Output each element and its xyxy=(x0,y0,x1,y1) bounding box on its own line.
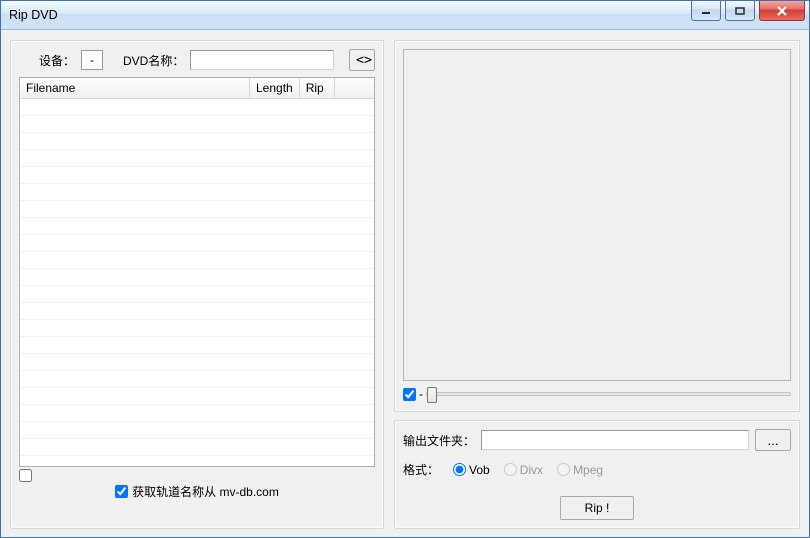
browse-button[interactable]: ... xyxy=(755,429,791,451)
list-row xyxy=(20,133,374,150)
minimize-button[interactable] xyxy=(691,1,721,21)
seek-row: - xyxy=(403,387,791,401)
list-row xyxy=(20,184,374,201)
list-row xyxy=(20,371,374,388)
output-folder-label: 输出文件夹： xyxy=(403,432,475,449)
preview-panel: - xyxy=(394,40,800,412)
track-source-row: 获取轨道名称从 mv-db.com xyxy=(19,483,375,500)
list-row xyxy=(20,269,374,286)
list-row xyxy=(20,405,374,422)
format-divx-radio xyxy=(504,463,517,476)
seek-position-value: - xyxy=(419,387,423,401)
client-area: 设备： - DVD名称： <> Filename Length Rip xyxy=(1,30,809,537)
rip-button[interactable]: Rip ! xyxy=(560,496,634,520)
list-row xyxy=(20,388,374,405)
list-row xyxy=(20,235,374,252)
source-panel: 设备： - DVD名称： <> Filename Length Rip xyxy=(10,40,384,529)
output-folder-input[interactable] xyxy=(481,430,749,450)
list-row xyxy=(20,439,374,456)
list-row xyxy=(20,167,374,184)
list-row xyxy=(20,337,374,354)
col-spacer xyxy=(335,78,374,98)
list-row xyxy=(20,354,374,371)
col-length[interactable]: Length xyxy=(250,78,300,98)
refresh-button[interactable]: <> xyxy=(349,49,375,71)
preview-enable-checkbox[interactable] xyxy=(403,388,416,401)
source-top-row: 设备： - DVD名称： <> xyxy=(19,49,375,71)
track-list-body xyxy=(20,99,374,466)
right-column: - 输出文件夹： ... 格式： Vob xyxy=(394,40,800,529)
device-value-box[interactable]: - xyxy=(81,50,103,70)
output-panel: 输出文件夹： ... 格式： Vob Divx xyxy=(394,420,800,529)
app-window: Rip DVD 设备： - DVD名称： xyxy=(0,0,810,538)
list-row xyxy=(20,303,374,320)
dvd-name-input[interactable] xyxy=(190,50,334,70)
track-list-header: Filename Length Rip xyxy=(20,78,374,99)
format-vob-radio[interactable] xyxy=(453,463,466,476)
seek-slider-thumb[interactable] xyxy=(427,387,437,403)
format-divx-label: Divx xyxy=(520,463,543,477)
left-column: 设备： - DVD名称： <> Filename Length Rip xyxy=(10,40,384,529)
col-rip[interactable]: Rip xyxy=(300,78,335,98)
list-row xyxy=(20,320,374,337)
list-row xyxy=(20,252,374,269)
seek-slider[interactable] xyxy=(426,392,791,396)
rip-button-row: Rip ! xyxy=(403,496,791,520)
select-all-checkbox[interactable] xyxy=(19,469,32,482)
list-row xyxy=(20,116,374,133)
list-row xyxy=(20,422,374,439)
list-row xyxy=(20,150,374,167)
format-label: 格式： xyxy=(403,461,439,478)
list-row xyxy=(20,456,374,466)
close-button[interactable] xyxy=(759,1,805,21)
list-row xyxy=(20,286,374,303)
dvd-name-label: DVD名称： xyxy=(123,52,184,69)
format-mpeg: Mpeg xyxy=(557,463,603,477)
track-list[interactable]: Filename Length Rip xyxy=(19,77,375,467)
output-folder-row: 输出文件夹： ... xyxy=(403,429,791,451)
col-filename[interactable]: Filename xyxy=(20,78,250,98)
format-vob-label[interactable]: Vob xyxy=(469,463,490,477)
format-mpeg-radio xyxy=(557,463,570,476)
list-row xyxy=(20,99,374,116)
format-mpeg-label: Mpeg xyxy=(573,463,603,477)
list-row xyxy=(20,218,374,235)
preview-area xyxy=(403,49,791,381)
window-title: Rip DVD xyxy=(9,8,58,22)
format-vob[interactable]: Vob xyxy=(453,463,490,477)
window-buttons xyxy=(687,1,805,21)
maximize-button[interactable] xyxy=(725,1,755,21)
device-value: - xyxy=(90,53,94,67)
format-row: 格式： Vob Divx Mpeg xyxy=(403,461,791,478)
track-source-checkbox[interactable] xyxy=(115,485,128,498)
track-source-label[interactable]: 获取轨道名称从 mv-db.com xyxy=(132,483,279,500)
device-label: 设备： xyxy=(39,52,75,69)
format-divx: Divx xyxy=(504,463,543,477)
list-row xyxy=(20,201,374,218)
titlebar: Rip DVD xyxy=(1,1,809,30)
